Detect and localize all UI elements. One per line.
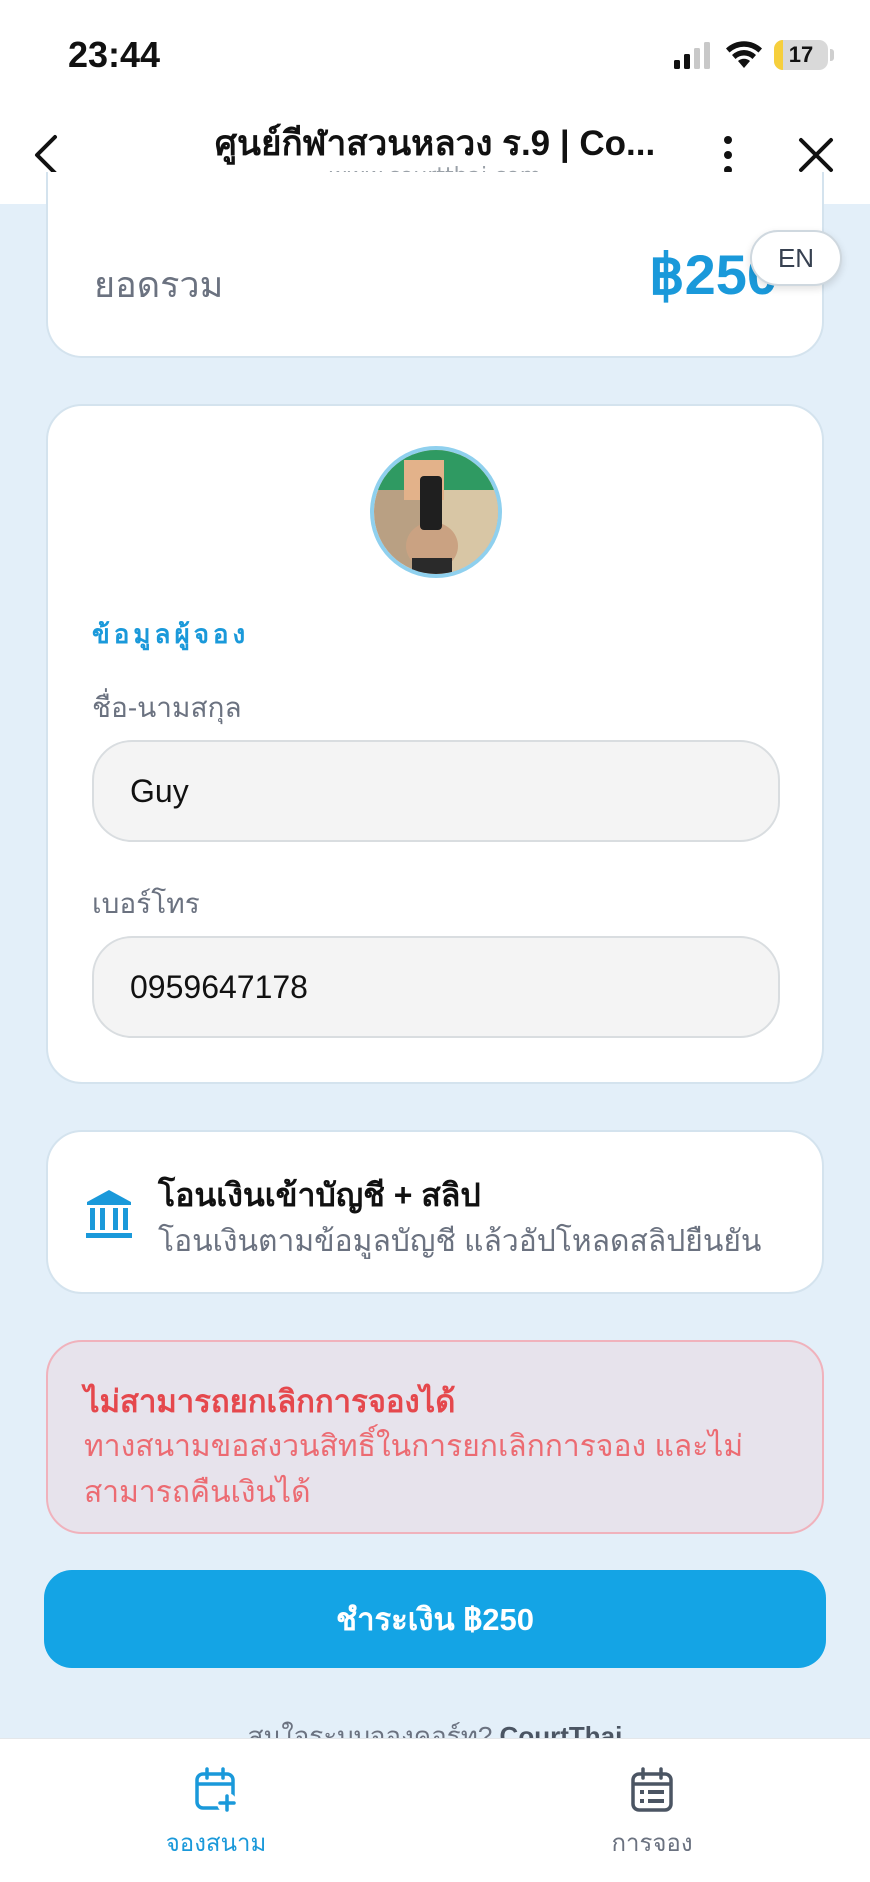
- pay-button[interactable]: ชำระเงิน ฿250: [44, 1570, 826, 1668]
- calendar-plus-icon: [195, 1767, 237, 1813]
- warning-body: ทางสนามขอสงวนสิทธิ์ในการยกเลิกการจอง และ…: [84, 1430, 744, 1509]
- phone-input[interactable]: [92, 936, 780, 1038]
- payment-method-title: โอนเงินเข้าบัญชี + สลิป: [158, 1177, 481, 1213]
- avatar-photo: [374, 450, 498, 574]
- payment-method-description: โอนเงินตามข้อมูลบัญชี แล้วอัปโหลดสลิปยืน…: [158, 1225, 762, 1258]
- battery-level: 17: [788, 42, 814, 67]
- nav-book-court-label: จองสนาม: [165, 1830, 267, 1857]
- total-label: ยอดรวม: [94, 264, 224, 305]
- phone-label: เบอร์โทร: [92, 888, 200, 919]
- nav-my-bookings[interactable]: การจอง: [552, 1767, 752, 1862]
- warning-title: ไม่สามารถยกเลิกการจองได้: [84, 1384, 456, 1419]
- status-bar: 23:44 17: [0, 0, 870, 102]
- nav-book-court[interactable]: จองสนาม: [116, 1767, 316, 1862]
- payment-method-card[interactable]: โอนเงินเข้าบัญชี + สลิป โอนเงินตามข้อมูล…: [46, 1130, 824, 1294]
- nav-my-bookings-label: การจอง: [611, 1830, 693, 1857]
- bottom-nav: จองสนาม การจอง: [0, 1738, 870, 1882]
- language-toggle-button[interactable]: EN: [750, 230, 842, 286]
- avatar[interactable]: [370, 446, 502, 578]
- page-title: ศูนย์กีฬาสวนหลวง ร.9 | Co...: [214, 124, 656, 163]
- close-icon: [799, 138, 833, 172]
- wifi-icon: [726, 41, 762, 68]
- full-name-label: ชื่อ-นามสกุล: [92, 692, 242, 723]
- bank-icon: [86, 1190, 132, 1238]
- booker-info-heading: ข้อมูลผู้จอง: [92, 619, 250, 649]
- more-vertical-icon: [724, 136, 732, 174]
- battery-icon: 17: [774, 40, 828, 70]
- booker-info-card: ข้อมูลผู้จอง ชื่อ-นามสกุล เบอร์โทร: [46, 404, 824, 1084]
- cancellation-warning: ไม่สามารถยกเลิกการจองได้ ทางสนามขอสงวนสิ…: [46, 1340, 824, 1534]
- cellular-signal-icon: [674, 42, 710, 69]
- full-name-input[interactable]: [92, 740, 780, 842]
- total-summary-card: ยอดรวม ฿250: [46, 172, 824, 358]
- chevron-left-icon: [35, 135, 57, 175]
- battery-cap: [830, 49, 834, 61]
- status-time: 23:44: [68, 34, 161, 75]
- calendar-list-icon: [631, 1767, 673, 1812]
